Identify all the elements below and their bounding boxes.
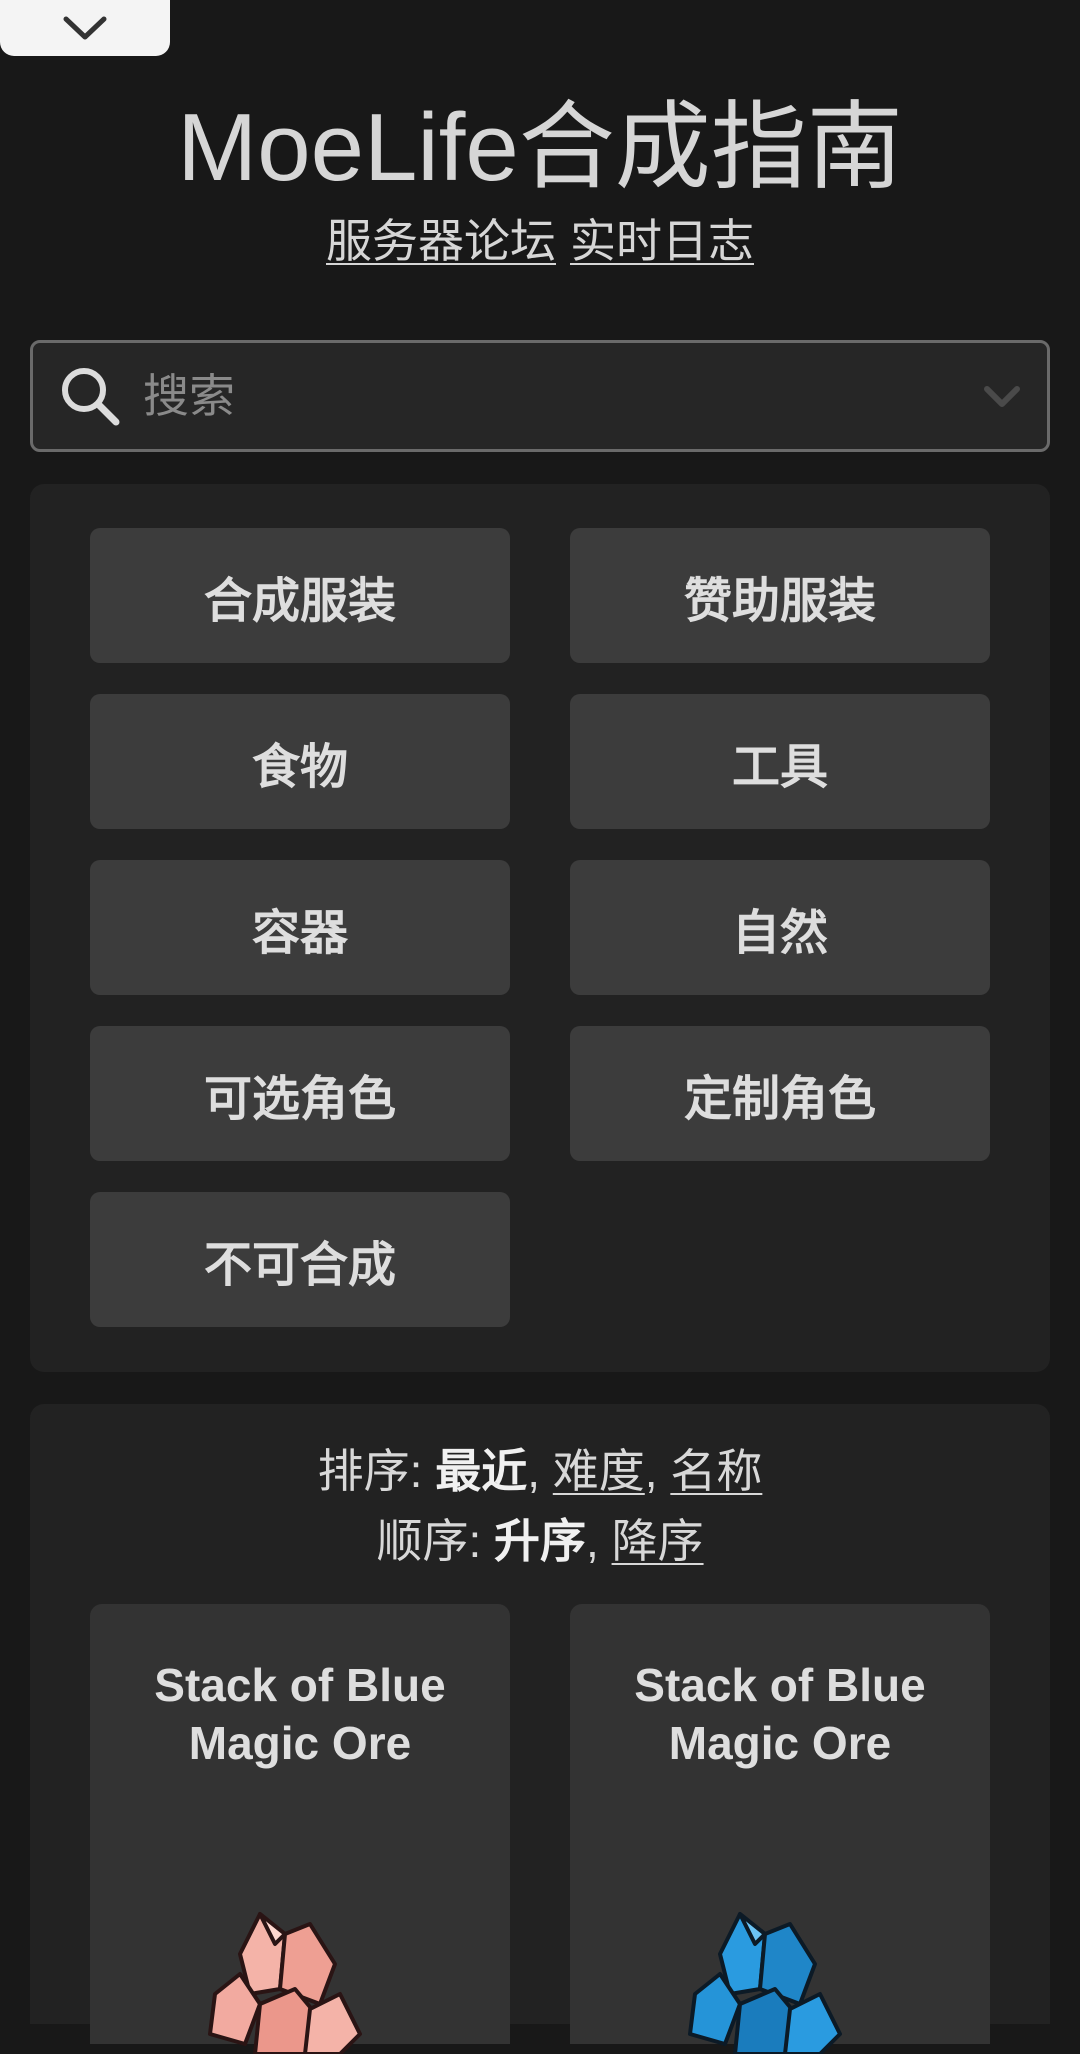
category-containers-button[interactable]: 容器 [90,860,510,995]
item-name: Stack of Blue Magic Ore [634,1659,926,1769]
header-links: 服务器论坛 实时日志 [0,213,1080,269]
category-panel: 合成服装 赞助服装 食物 工具 容器 自然 可选角色 定制角色 不可合成 [30,484,1050,1372]
search-box[interactable] [30,340,1050,452]
sort-name-link[interactable]: 名称 [670,1445,762,1497]
pink-crystal-ore-icon [208,1912,362,2054]
search-input[interactable] [141,343,979,449]
sort-label: 排序: [317,1445,423,1497]
item-name: Stack of Blue Magic Ore [154,1659,446,1769]
blue-crystal-ore-icon [688,1912,842,2054]
category-crafted-outfits-button[interactable]: 合成服装 [90,528,510,663]
category-uncraftable-button[interactable]: 不可合成 [90,1192,510,1327]
category-food-button[interactable]: 食物 [90,694,510,829]
chevron-down-icon [63,16,107,40]
item-card[interactable]: Stack of Blue Magic Ore [570,1604,990,2054]
live-log-link[interactable]: 实时日志 [570,215,754,267]
chevron-down-icon[interactable] [979,373,1025,419]
page-title: MoeLife合成指南 [177,94,903,201]
category-sponsor-outfits-button[interactable]: 赞助服装 [570,528,990,663]
order-descending-link[interactable]: 降序 [612,1515,704,1567]
order-label: 顺序: [376,1515,482,1567]
order-ascending-option[interactable]: 升序 [494,1515,586,1567]
category-custom-characters-button[interactable]: 定制角色 [570,1026,990,1161]
forum-link[interactable]: 服务器论坛 [326,215,556,267]
sort-difficulty-link[interactable]: 难度 [553,1445,645,1497]
sort-recent-option[interactable]: 最近 [435,1445,527,1497]
item-card[interactable]: Stack of Blue Magic Ore [90,1604,510,2054]
header: MoeLife合成指南 服务器论坛 实时日志 [0,95,1080,269]
results-panel: 排序: 最近, 难度, 名称 顺序: 升序, 降序 Stack of Blue … [30,1404,1050,2054]
category-nature-button[interactable]: 自然 [570,860,990,995]
pulldown-tab[interactable] [0,0,170,56]
category-grid: 合成服装 赞助服装 食物 工具 容器 自然 可选角色 定制角色 不可合成 [90,528,990,1327]
sort-by-row: 排序: 最近, 难度, 名称 [317,1445,763,1497]
sort-order-row: 顺序: 升序, 降序 [376,1515,704,1567]
category-selectable-characters-button[interactable]: 可选角色 [90,1026,510,1161]
search-icon [62,368,120,426]
category-tools-button[interactable]: 工具 [570,694,990,829]
